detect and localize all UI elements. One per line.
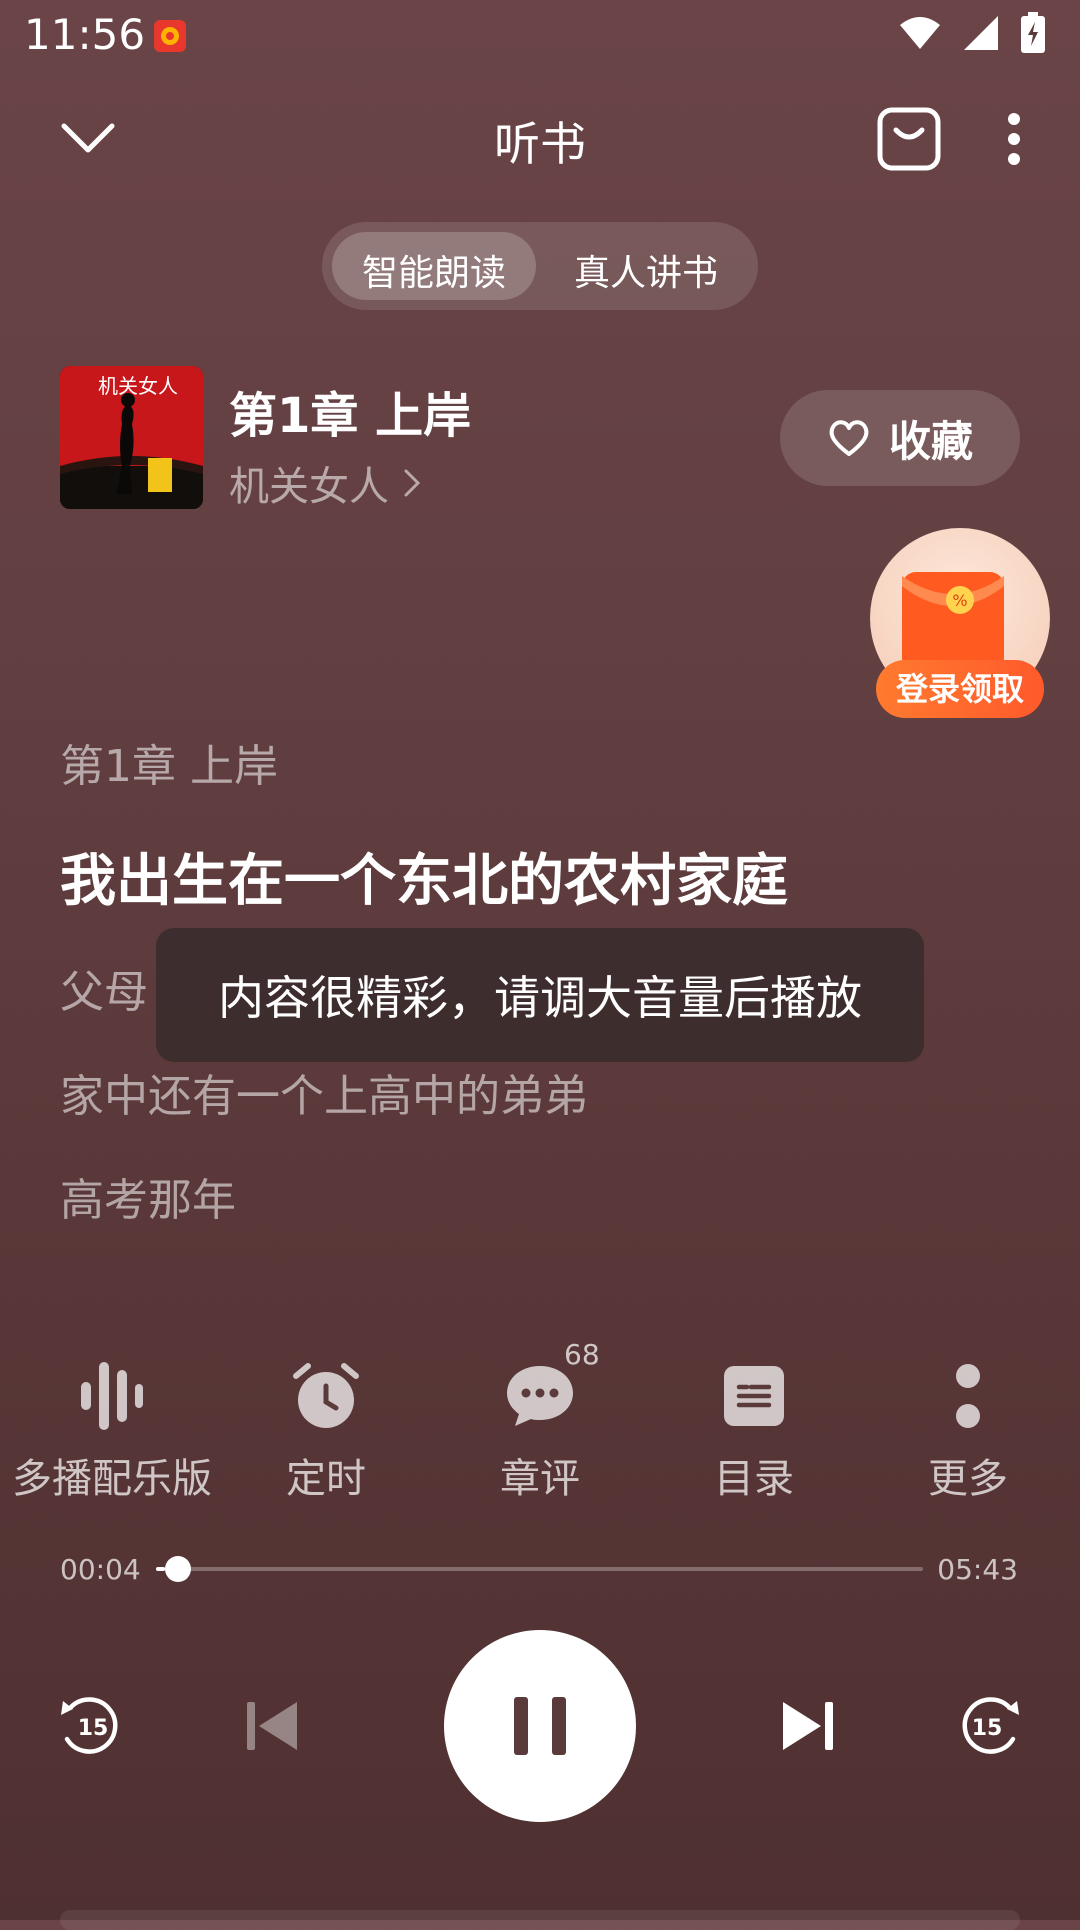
- shopping-bag-icon[interactable]: [874, 104, 944, 174]
- progress-fill: [156, 1567, 166, 1571]
- rewind-15-icon[interactable]: 15: [56, 1694, 124, 1758]
- reader-current-line: 我出生在一个东北的农村家庭: [60, 849, 788, 914]
- reader-line: 家中还有一个上高中的弟弟: [60, 1071, 588, 1122]
- tab-ai-reading[interactable]: 智能朗读: [332, 244, 536, 296]
- alarm-clock-icon: [218, 1360, 434, 1432]
- forward-seconds: 15: [972, 1716, 1003, 1741]
- toolbar-label: 更多: [928, 1456, 1008, 1502]
- toolbar-label: 目录: [714, 1456, 794, 1502]
- total-time: 05:43: [937, 1553, 1018, 1586]
- bottom-sheet-handle: [60, 1910, 1020, 1930]
- book-name-link[interactable]: 机关女人: [229, 454, 421, 512]
- rewind-seconds: 15: [78, 1716, 109, 1741]
- battery-icon: [1021, 12, 1045, 53]
- waveform-icon: [4, 1360, 220, 1432]
- signal-icon: [964, 16, 998, 50]
- book-name: 机关女人: [229, 464, 389, 510]
- pause-button[interactable]: [444, 1630, 636, 1822]
- catalog-icon: [646, 1360, 862, 1432]
- status-icons: [898, 12, 1046, 54]
- toolbar-multi-voice-button[interactable]: 多播配乐版: [4, 1360, 220, 1504]
- promo-login-claim-button[interactable]: 登录领取: [876, 660, 1044, 718]
- book-cover[interactable]: 机关女人: [60, 366, 203, 509]
- reader-chapter-heading: 第1章 上岸: [60, 741, 278, 792]
- toolbar-comments-button[interactable]: 章评: [432, 1360, 648, 1504]
- svg-text:%: %: [952, 591, 967, 610]
- more-vertical-icon[interactable]: [994, 104, 1034, 174]
- progress-thumb[interactable]: [165, 1556, 192, 1582]
- toolbar-label: 多播配乐版: [12, 1456, 212, 1502]
- next-track-icon[interactable]: [776, 1696, 840, 1756]
- reader-line: 父母: [60, 967, 148, 1018]
- pause-icon: [514, 1697, 566, 1755]
- toolbar-catalog-button[interactable]: 目录: [646, 1360, 862, 1504]
- toolbar-timer-button[interactable]: 定时: [218, 1360, 434, 1504]
- red-envelope-icon: %: [892, 562, 1014, 672]
- previous-track-icon[interactable]: [240, 1696, 304, 1756]
- chat-bubble-icon: [432, 1360, 648, 1432]
- comment-count-badge: 68: [564, 1338, 600, 1371]
- toolbar-more-button[interactable]: 更多: [860, 1360, 1076, 1504]
- wifi-icon: [900, 17, 940, 49]
- app-notification-icon: [154, 20, 186, 52]
- toolbar-label: 定时: [286, 1456, 366, 1502]
- toolbar-label: 章评: [500, 1456, 580, 1502]
- more-icon: [860, 1360, 1076, 1432]
- elapsed-time: 00:04: [60, 1553, 141, 1586]
- chevron-right-icon: [404, 469, 421, 497]
- favorite-button[interactable]: 收藏: [780, 390, 1020, 486]
- progress-track[interactable]: [156, 1567, 923, 1571]
- heart-icon: [829, 420, 869, 456]
- favorite-label: 收藏: [888, 416, 973, 466]
- volume-toast: 内容很精彩，请调大音量后播放: [156, 928, 924, 1062]
- tab-human-narration[interactable]: 真人讲书: [544, 244, 748, 296]
- cover-title: 机关女人: [98, 374, 178, 398]
- reader-line: 高考那年: [60, 1175, 236, 1226]
- forward-15-icon[interactable]: 15: [956, 1694, 1024, 1758]
- status-time: 11:56: [24, 10, 146, 59]
- chapter-title: 第1章 上岸: [229, 388, 472, 444]
